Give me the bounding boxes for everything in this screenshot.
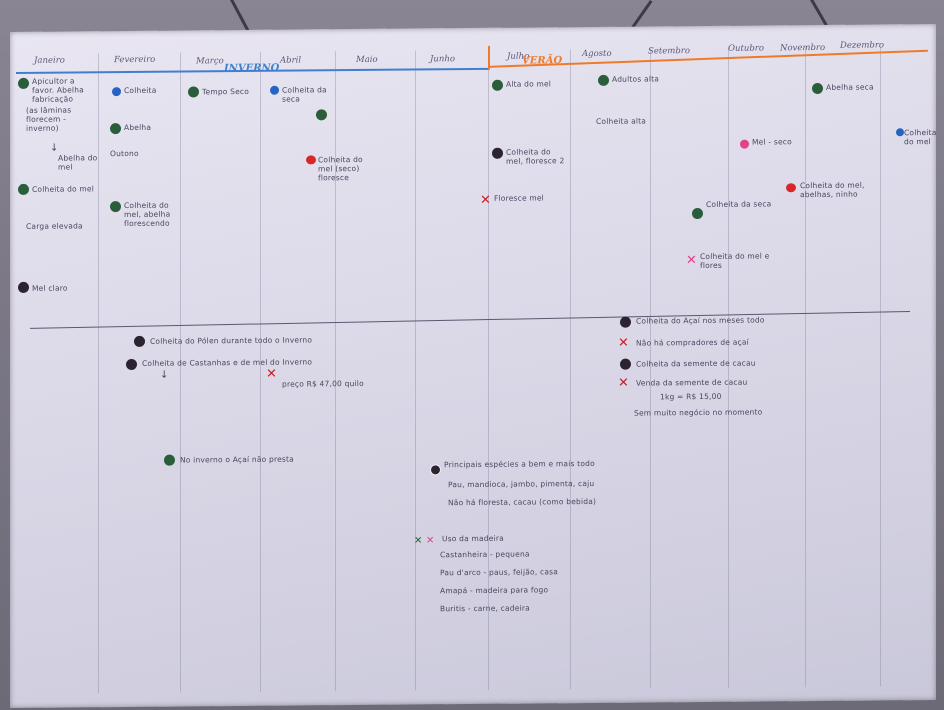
note: Sem muito negócio no momento	[634, 407, 763, 418]
note: (as lâminas florecem - inverno)	[26, 105, 72, 133]
month-label: Maio	[356, 54, 378, 66]
note: Não há floresta, cacau (como bebida)	[448, 496, 597, 508]
calendar-poster: Janeiro Fevereiro Março Abril Maio Junho…	[10, 23, 937, 709]
black-dot	[126, 358, 137, 371]
note: Colheita do mel, abelhas, ninho	[800, 180, 865, 200]
green-dot	[164, 454, 175, 466]
note: Colheita do Pólen durante todo o Inverno	[150, 335, 313, 346]
black-x-mark: ✕	[414, 535, 423, 547]
red-x-mark: ✕	[480, 192, 491, 208]
green-dot	[110, 123, 121, 135]
note: No inverno o Açaí não presta	[180, 454, 294, 465]
note: Colheita do mel e flores	[700, 251, 770, 271]
arrow-down: ↓	[50, 142, 59, 154]
blue-dot	[270, 85, 279, 95]
column-divider	[260, 51, 261, 692]
green-dot	[692, 207, 703, 220]
note: Colheita do mel (seco) floresce	[318, 154, 363, 183]
note: Adultos alta	[612, 74, 660, 84]
black-dot	[430, 464, 441, 476]
note: Outono	[110, 148, 139, 159]
note: 1kg = R$ 15,00	[660, 391, 722, 402]
green-dot	[812, 82, 823, 95]
note: Colheita da seca	[282, 85, 327, 104]
pink-dot	[740, 139, 749, 149]
note: Pau d'arco - paus, feijão, casa	[440, 567, 559, 578]
note: Não há compradores de açaí	[636, 337, 749, 348]
note: Principais espécies a bem e mais todo	[444, 458, 595, 470]
note: Colheita de Castanhas e de mel do Invern…	[142, 357, 313, 368]
green-dot	[18, 183, 29, 195]
column-divider	[335, 51, 336, 692]
note: Colheita da seca	[706, 199, 772, 209]
green-dot	[188, 86, 199, 98]
green-dot	[492, 79, 503, 91]
note: preço R$ 47,00 quilo	[282, 378, 364, 389]
black-dot	[134, 335, 145, 347]
photo: Janeiro Fevereiro Março Abril Maio Junho…	[0, 0, 944, 710]
note: Uso da madeira	[442, 533, 504, 544]
month-label: Abril	[280, 55, 302, 66]
arrow-down: ↓	[160, 369, 169, 381]
month-label: Dezembro	[840, 40, 885, 51]
red-x-mark: ✕	[266, 366, 277, 382]
black-dot	[620, 316, 631, 328]
note: Amapá - madeira para fogo	[440, 585, 549, 596]
season-divider	[488, 45, 490, 70]
green-dot	[316, 109, 327, 121]
column-divider	[98, 53, 99, 694]
note: Colheita do mel	[904, 127, 937, 147]
red-x-mark: ✕	[618, 375, 629, 391]
column-divider	[180, 52, 181, 693]
note: Castanheira - pequena	[440, 549, 530, 560]
note: Abelha do mel	[58, 153, 98, 172]
note: Mel claro	[32, 283, 68, 293]
phase-label-inverno: INVERNO	[224, 62, 280, 75]
red-x-mark: ✕	[618, 335, 629, 351]
note: Venda da semente de cacau	[636, 377, 748, 388]
month-label: Novembro	[780, 42, 826, 54]
blue-dot	[112, 87, 121, 97]
note: Colheita alta	[596, 116, 647, 126]
note: Colheita	[124, 85, 157, 96]
black-dot	[492, 147, 503, 159]
green-dot	[18, 77, 29, 89]
green-dot	[110, 201, 121, 213]
note: Mel - seco	[752, 137, 792, 147]
pink-x-mark: ✕	[426, 535, 435, 547]
red-dot	[786, 183, 796, 193]
green-dot	[598, 74, 609, 86]
red-dot	[306, 155, 316, 165]
note: Floresce mel	[494, 193, 544, 203]
note: Colheita do Açaí nos meses todo	[636, 315, 765, 326]
note: Abelha	[124, 122, 152, 133]
column-divider	[415, 50, 416, 691]
black-dot	[620, 358, 631, 370]
month-label: Agosto	[582, 48, 612, 60]
note: Abelha seca	[826, 82, 874, 92]
note: Colheita do mel, floresce 2	[506, 147, 565, 166]
note: Apicultor a favor. Abelha fabricação	[32, 76, 84, 104]
month-label: Outubro	[728, 43, 764, 54]
note: Colheita da semente de cacau	[636, 358, 756, 369]
phase-label-verao: VERÃO	[522, 55, 563, 67]
note: Carga elevada	[26, 221, 83, 231]
month-label: Março	[196, 56, 224, 67]
month-label: Junho	[430, 54, 455, 65]
month-label: Janeiro	[34, 55, 65, 66]
note: Alta do mel	[506, 79, 552, 89]
note: Buritis - carne, cadeira	[440, 603, 530, 614]
month-label: Fevereiro	[114, 54, 156, 66]
black-dot	[18, 281, 29, 293]
note: Tempo Seco	[202, 86, 250, 97]
blue-dot	[896, 128, 904, 137]
month-label: Setembro	[648, 46, 690, 57]
column-divider	[880, 46, 881, 687]
pink-x-mark: ✕	[686, 253, 697, 269]
note: Colheita do mel	[32, 184, 95, 194]
note: Pau, mandioca, jambo, pimenta, caju	[448, 478, 595, 490]
note: Colheita do mel, abelha florescendo	[124, 200, 171, 229]
